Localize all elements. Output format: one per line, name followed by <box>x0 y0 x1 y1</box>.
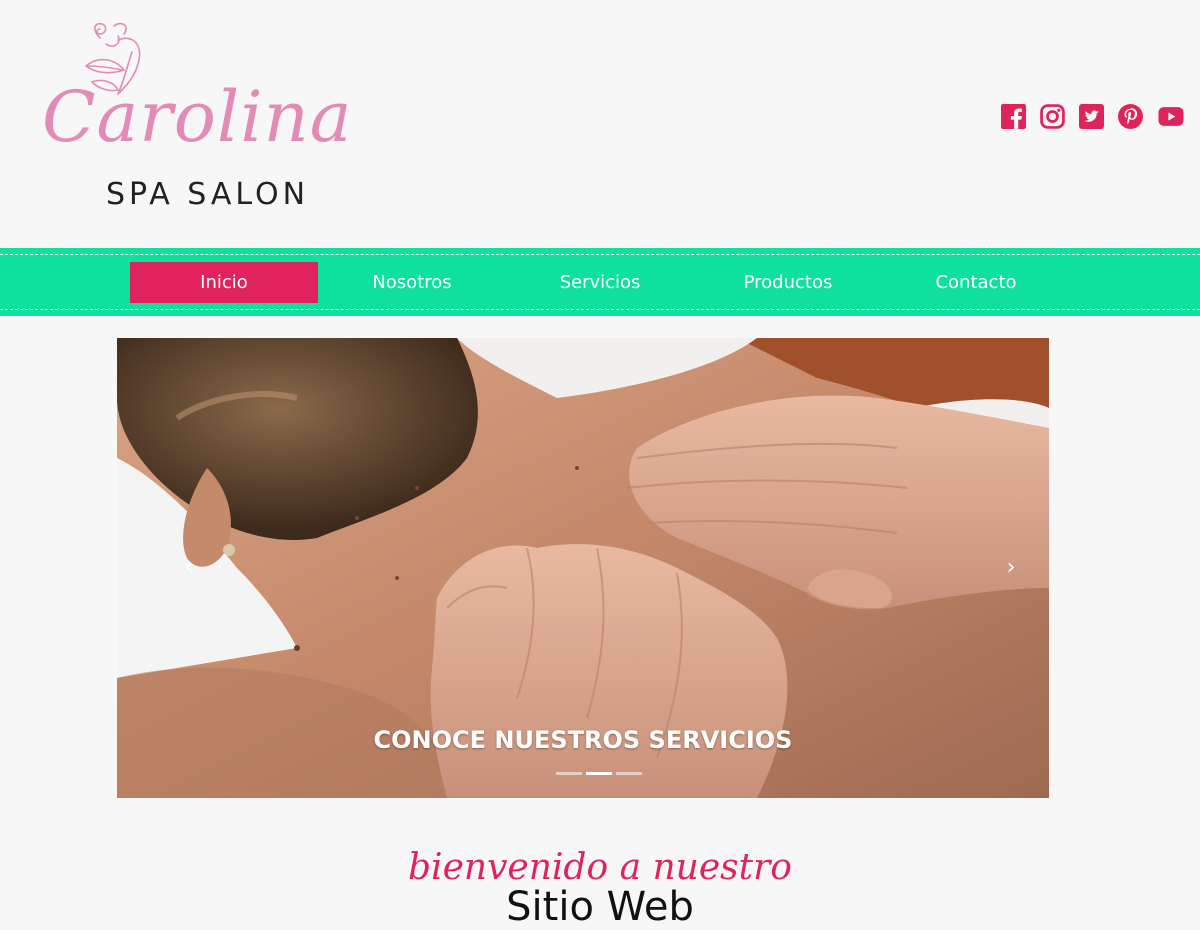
carousel-indicators <box>556 772 642 775</box>
facebook-icon[interactable] <box>1001 104 1026 129</box>
carousel-indicator-3[interactable] <box>616 772 642 775</box>
logo-subtitle: SPA SALON <box>106 177 310 212</box>
chevron-right-icon[interactable]: › <box>1001 557 1021 579</box>
youtube-icon[interactable] <box>1157 104 1185 129</box>
welcome-script-heading: bienvenido a nuestro <box>408 847 792 888</box>
hero-caption: CONOCE NUESTROS SERVICIOS <box>373 726 793 754</box>
carousel-indicator-1[interactable] <box>556 772 582 775</box>
logo-script-text: Carolina <box>42 76 353 158</box>
twitter-icon[interactable] <box>1079 104 1104 129</box>
nav-item-servicios[interactable]: Servicios <box>506 262 694 303</box>
nav-item-productos[interactable]: Productos <box>694 262 882 303</box>
hero-carousel: ‹ › CONOCE NUESTROS SERVICIOS <box>117 338 1049 798</box>
site-logo[interactable]: Carolina SPA SALON <box>38 20 378 220</box>
welcome-title: Sitio Web <box>506 884 694 930</box>
chevron-left-icon[interactable]: ‹ <box>179 557 199 579</box>
carousel-indicator-2[interactable] <box>586 772 612 775</box>
social-links <box>1001 104 1185 129</box>
instagram-icon[interactable] <box>1040 104 1065 129</box>
pinterest-icon[interactable] <box>1118 104 1143 129</box>
nav-item-inicio[interactable]: Inicio <box>130 262 318 303</box>
nav-item-contacto[interactable]: Contacto <box>882 262 1070 303</box>
main-navigation: Inicio Nosotros Servicios Productos Cont… <box>0 248 1200 316</box>
nav-item-nosotros[interactable]: Nosotros <box>318 262 506 303</box>
nav-items: Inicio Nosotros Servicios Productos Cont… <box>130 262 1070 303</box>
site-header: Carolina SPA SALON <box>0 0 1200 248</box>
